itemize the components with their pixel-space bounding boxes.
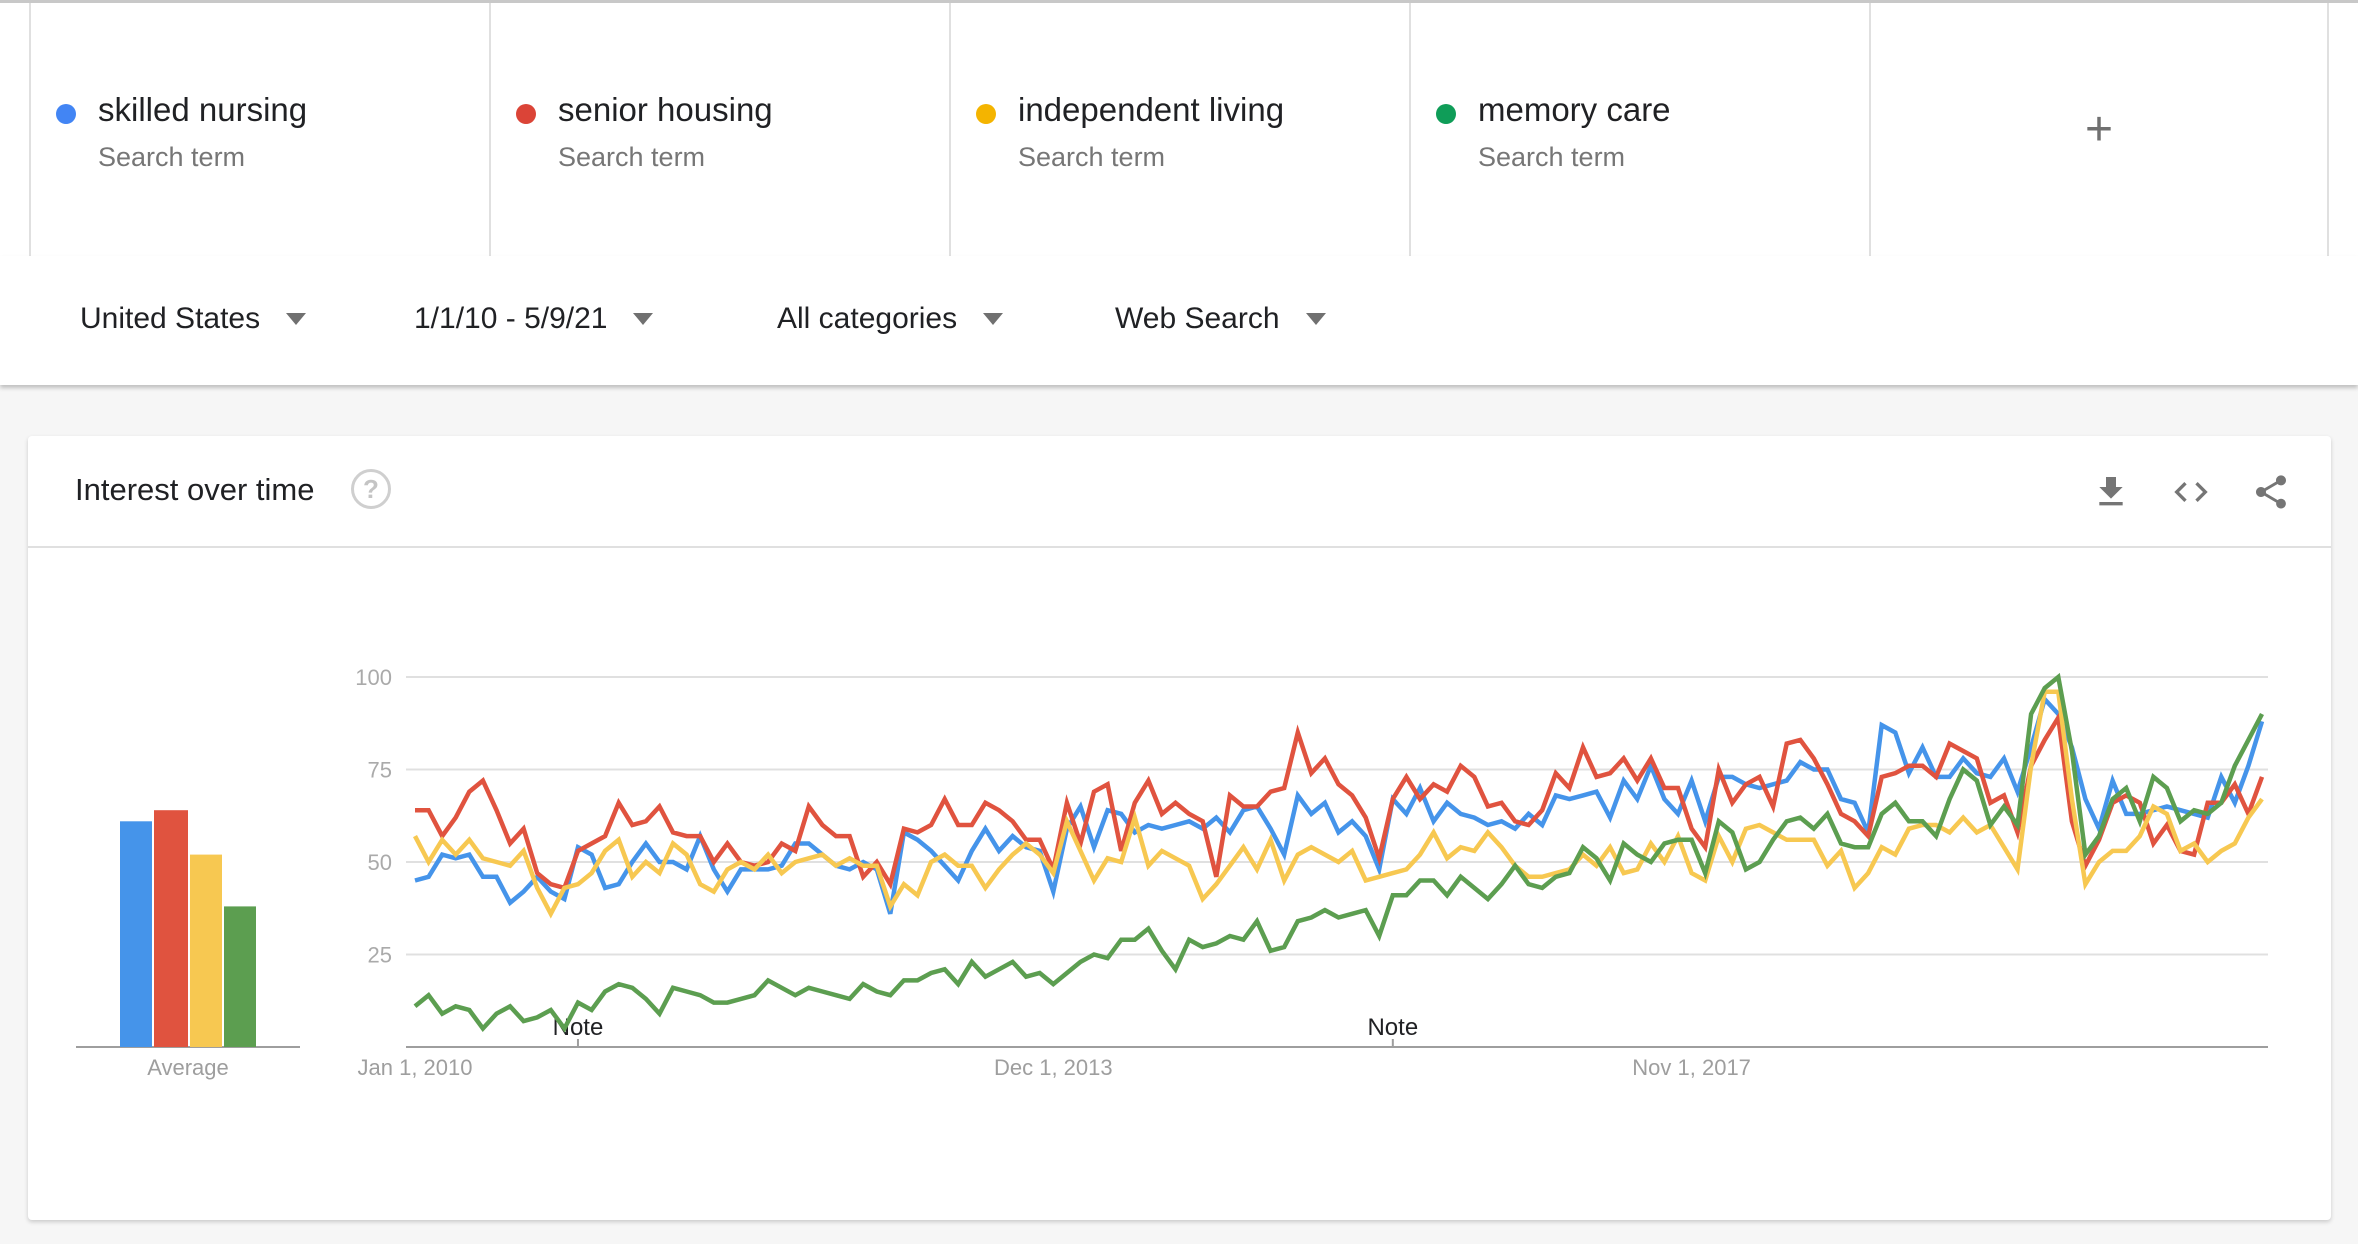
plus-icon: + bbox=[2084, 103, 2114, 156]
series-color-dot bbox=[516, 104, 536, 124]
search-type-dropdown[interactable]: Web Search bbox=[1115, 302, 1326, 336]
add-comparison-button[interactable]: + bbox=[1869, 3, 2329, 256]
x-tick-label: Jan 1, 2010 bbox=[358, 1055, 473, 1080]
term-type: Search term bbox=[98, 142, 246, 172]
region-value: United States bbox=[80, 302, 261, 335]
y-tick-label: 25 bbox=[368, 943, 392, 968]
interest-over-time-card: Interest over time ? Average 25 50 75 100 Ja… bbox=[28, 436, 2331, 1220]
term-card-independent-living[interactable]: independent living Search term bbox=[949, 3, 1409, 256]
average-bar-chart: Average bbox=[76, 810, 300, 1080]
y-tick-label: 75 bbox=[368, 758, 392, 783]
term-name[interactable]: senior housing bbox=[558, 91, 773, 129]
term-name[interactable]: memory care bbox=[1478, 91, 1671, 129]
average-bar-memory-care bbox=[224, 906, 256, 1047]
term-card-skilled-nursing[interactable]: skilled nursing Search term bbox=[29, 3, 489, 256]
series-color-dot bbox=[56, 104, 76, 124]
term-card-senior-housing[interactable]: senior housing Search term bbox=[489, 3, 949, 256]
term-type: Search term bbox=[1478, 142, 1626, 172]
interest-line-chart: 25 50 75 100 Jan 1, 2010 Dec 1, 2013 Nov 1, 20… bbox=[355, 665, 2268, 1080]
region-dropdown[interactable]: United States bbox=[80, 302, 307, 336]
dropdown-caret-icon bbox=[1305, 313, 1326, 325]
average-label: Average bbox=[147, 1055, 229, 1080]
average-bar-senior-housing bbox=[154, 810, 188, 1047]
note-annotation[interactable]: Note bbox=[553, 1014, 604, 1041]
term-name[interactable]: skilled nursing bbox=[98, 91, 307, 129]
average-bar-independent-living bbox=[190, 854, 222, 1047]
category-value: All categories bbox=[777, 302, 958, 335]
dropdown-caret-icon bbox=[633, 313, 654, 325]
term-card-memory-care[interactable]: memory care Search term bbox=[1409, 3, 1869, 256]
dropdown-caret-icon bbox=[983, 313, 1004, 325]
average-bar-skilled-nursing bbox=[120, 821, 152, 1047]
dropdown-caret-icon bbox=[286, 313, 307, 325]
search-type-value: Web Search bbox=[1115, 302, 1280, 335]
filters-bar: United States 1/1/10 - 5/9/21 All catego… bbox=[0, 256, 2358, 385]
chart-area: Average 25 50 75 100 Jan 1, 2010 Dec 1, 2013 N… bbox=[76, 665, 2268, 1080]
term-type: Search term bbox=[558, 142, 706, 172]
category-dropdown[interactable]: All categories bbox=[777, 302, 1004, 336]
search-terms-bar: skilled nursing Search term senior housi… bbox=[0, 0, 2358, 259]
series-color-dot bbox=[1436, 104, 1456, 124]
series-color-dot bbox=[976, 104, 996, 124]
term-type: Search term bbox=[1018, 142, 1166, 172]
x-tick-label: Dec 1, 2013 bbox=[994, 1055, 1113, 1080]
note-annotation[interactable]: Note bbox=[1367, 1014, 1418, 1041]
x-tick-label: Nov 1, 2017 bbox=[1632, 1055, 1751, 1080]
y-tick-label: 50 bbox=[368, 850, 392, 875]
y-tick-label: 100 bbox=[355, 665, 392, 690]
date-range-dropdown[interactable]: 1/1/10 - 5/9/21 bbox=[414, 302, 654, 336]
term-name[interactable]: independent living bbox=[1018, 91, 1284, 129]
date-range-value: 1/1/10 - 5/9/21 bbox=[414, 302, 608, 335]
